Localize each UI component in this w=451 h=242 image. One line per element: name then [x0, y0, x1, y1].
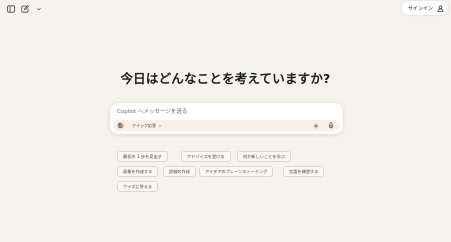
- suggestion-chip[interactable]: 何か新しいことを学ぶ: [237, 151, 291, 162]
- response-mode-label: クイック応答: [132, 122, 156, 128]
- add-attachment-button[interactable]: [312, 122, 320, 130]
- chevron-down-icon: [158, 124, 162, 127]
- microphone-icon: [328, 122, 334, 129]
- suggestion-chip[interactable]: 最初の 1 歩を見出す: [117, 151, 168, 162]
- suggestion-chip[interactable]: 画像を作成する: [117, 166, 159, 177]
- response-mode-select[interactable]: クイック応答: [129, 121, 165, 130]
- copilot-logo-icon: [117, 122, 124, 129]
- message-composer: Copilot へメッセージを送る クイック応答: [110, 103, 343, 134]
- signin-button[interactable]: サインイン: [401, 1, 448, 15]
- suggestion-chip[interactable]: 詳細の作成: [163, 166, 196, 177]
- suggestion-chip[interactable]: クイズに答える: [117, 181, 159, 192]
- page-title: 今日はどんなことを考えていますか?: [120, 71, 331, 86]
- chevron-down-icon[interactable]: [34, 4, 43, 13]
- message-input[interactable]: Copilot へメッセージを送る: [117, 107, 187, 115]
- new-chat-icon[interactable]: [20, 4, 29, 13]
- user-icon: [437, 5, 444, 12]
- copilot-home-page: サインイン 今日はどんなことを考えていますか? Copilot へメッセージを送…: [0, 0, 451, 242]
- suggestion-chip[interactable]: アドバイスを受ける: [181, 151, 231, 162]
- composer-toolbar: クイック応答: [113, 120, 340, 131]
- suggestion-chip[interactable]: アイデアのブレーンストーミング: [199, 166, 274, 177]
- voice-input-button[interactable]: [327, 122, 335, 130]
- sidebar-toggle-icon[interactable]: [6, 4, 15, 13]
- top-left-toolbar: [6, 4, 43, 13]
- plus-icon: [313, 123, 319, 128]
- signin-label: サインイン: [407, 5, 433, 12]
- suggestion-chip[interactable]: 言語を練習する: [283, 166, 325, 177]
